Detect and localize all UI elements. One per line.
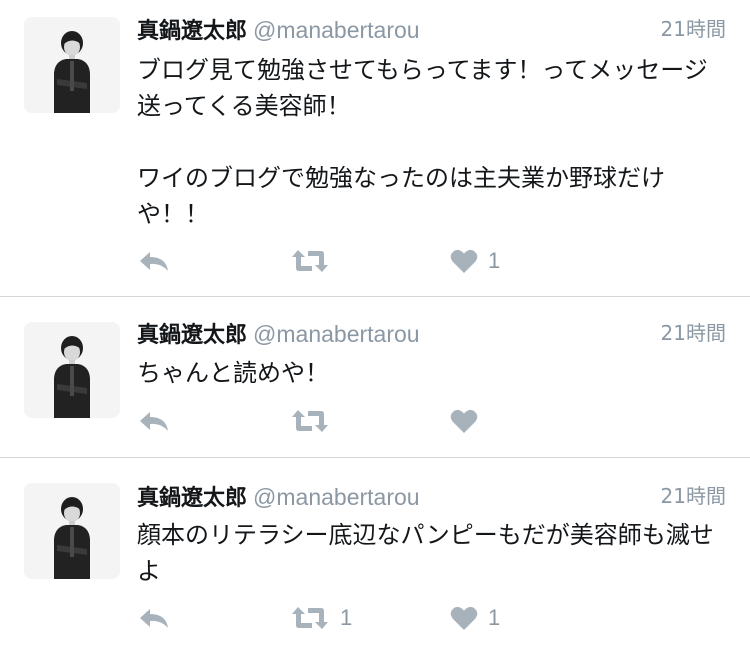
user-handle[interactable]: @manabertarou [253,321,420,347]
display-name[interactable]: 真鍋遼太郎 [137,323,247,348]
display-name[interactable]: 真鍋遼太郎 [137,486,247,511]
timestamp[interactable]: 21時間 [661,13,726,42]
retweet-icon [292,607,328,629]
tweet-actions: 1 1 [0,601,750,635]
tweet-text: 顔本のリテラシー底辺なパンピーもだが美容師も滅せよ [137,521,714,585]
reply-button[interactable] [138,404,170,438]
tweet-actions [0,404,750,438]
heart-icon [450,249,478,273]
reply-arrow-icon [140,609,168,628]
profile-photo-icon [24,17,120,113]
tweet[interactable]: 真鍋遼太郎 @manabertarou 21時間 ちゃんと読めや！ [0,298,750,458]
reply-button[interactable] [138,244,170,278]
like-count: 1 [488,605,501,630]
tweet-timeline: 真鍋遼太郎 @manabertarou 21時間 ブログ見て勉強させてもらってます… [0,0,750,645]
tweet-text: ちゃんと読めや！ [137,359,329,387]
reply-button[interactable] [138,601,170,635]
tweet-header: 真鍋遼太郎 @manabertarou 21時間 [137,480,726,512]
retweet-button[interactable] [290,404,340,438]
retweet-count: 1 [340,605,353,630]
like-button[interactable]: 1 [450,244,500,278]
timestamp[interactable]: 21時間 [661,317,726,346]
like-button[interactable] [450,404,488,438]
avatar[interactable] [24,17,120,113]
reply-arrow-icon [140,252,168,271]
tweet-text: ブログ見て勉強させてもらってます！ってメッセージ送ってくる美容師！ ワイのブログ… [137,56,708,228]
tweet-header: 真鍋遼太郎 @manabertarou 21時間 [137,317,726,349]
tweet[interactable]: 真鍋遼太郎 @manabertarou 21時間 ブログ見て勉強させてもらってます… [0,0,750,297]
like-button[interactable]: 1 [450,601,500,635]
user-handle[interactable]: @manabertarou [253,484,420,510]
heart-icon [450,606,478,630]
tweet-actions: 1 [0,244,750,278]
reply-arrow-icon [140,412,168,431]
avatar[interactable] [24,483,120,579]
retweet-button[interactable] [290,244,340,278]
display-name[interactable]: 真鍋遼太郎 [137,19,247,44]
heart-icon [450,409,478,433]
retweet-button[interactable]: 1 [290,601,352,635]
profile-photo-icon [24,483,120,579]
like-count: 1 [488,248,501,273]
tweet[interactable]: 真鍋遼太郎 @manabertarou 21時間 顔本のリテラシー底辺なパンピーも… [0,459,750,645]
retweet-icon [292,410,328,432]
timestamp[interactable]: 21時間 [661,480,726,509]
user-handle[interactable]: @manabertarou [253,17,420,43]
retweet-icon [292,250,328,272]
tweet-header: 真鍋遼太郎 @manabertarou 21時間 [137,13,726,45]
